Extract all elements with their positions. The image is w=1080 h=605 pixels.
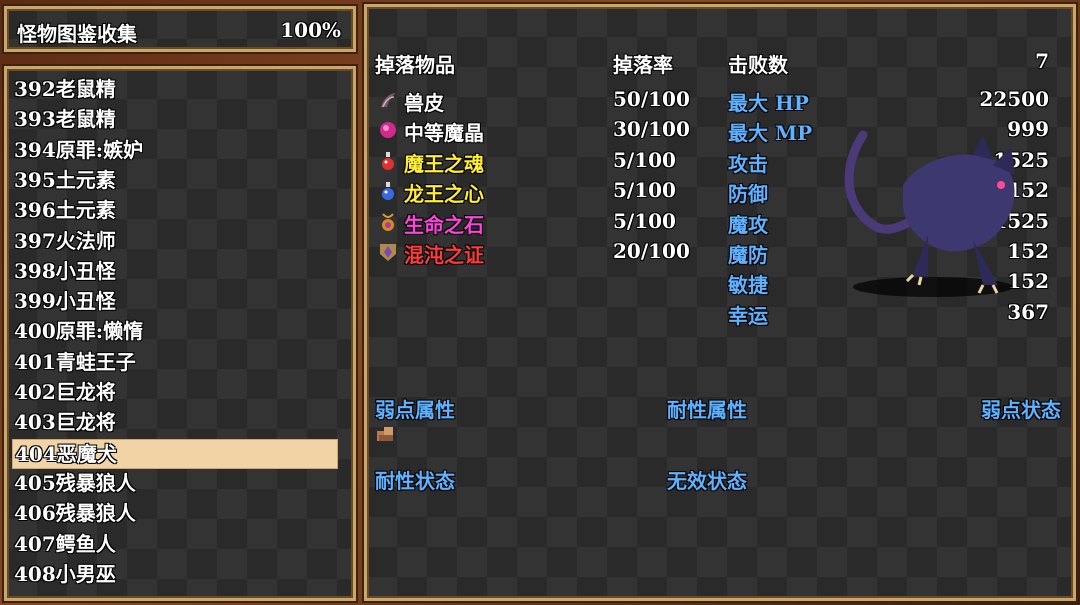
immune-state-label: 无效状态 [667,469,747,493]
earth-element-icon [377,427,393,441]
collection-percent: 100% [280,18,341,42]
monster-list-item[interactable]: 403巨龙将 [12,408,336,436]
monster-list-item[interactable]: 397火法师 [12,227,336,255]
monster-list-item[interactable]: 406残暴狼人 [12,499,336,527]
drop-item-name: 混沌之证 [404,243,484,267]
stat-value: 22500 [979,87,1049,111]
demon-hound-sprite [844,130,1015,297]
collection-title: 怪物图鉴收集 [17,22,137,46]
red-potion-icon [382,151,394,170]
stat-label: 魔攻 [728,212,768,237]
drop-rate-header: 掉落率 [613,53,673,77]
emblem-icon [380,244,396,261]
monster-list-item[interactable]: 407鳄鱼人 [12,530,336,558]
claw-icon [381,93,396,108]
kills-value: 7 [1035,49,1049,73]
drop-rate-value: 20/100 [613,239,690,263]
stat-label: 幸运 [728,303,768,328]
drop-rate-value: 30/100 [613,117,690,142]
stat-label: 最大 HP [728,91,809,115]
monster-list-item[interactable]: 400原罪:懒惰 [12,317,336,345]
drop-items-header: 掉落物品 [375,53,455,77]
collection-header-panel: 怪物图鉴收集 100% [4,6,356,52]
kills-label: 击败数 [728,53,788,77]
stat-label: 攻击 [728,151,768,176]
weak-attribute-label: 弱点属性 [375,398,455,422]
drop-rate-value: 50/100 [613,87,690,111]
monster-list-item[interactable]: 405残暴狼人 [12,469,336,497]
drop-rate-value: 5/100 [613,208,676,233]
weak-state-label: 弱点状态 [981,398,1061,422]
stat-label: 防御 [728,182,768,207]
drop-item-name: 中等魔晶 [404,121,484,146]
monster-list-item[interactable]: 402巨龙将 [12,378,336,406]
monster-list-item[interactable]: 401青蛙王子 [12,348,336,376]
monster-list-panel[interactable]: 392老鼠精 393老鼠精 394原罪:嫉妒 395土元素 396土元素 397火法师 39… [4,66,356,601]
monster-list-item[interactable]: 404恶魔犬 [12,438,338,469]
monster-list-item[interactable]: 408小男巫 [12,560,336,588]
drop-item-name: 生命之石 [404,212,484,237]
monster-list-item[interactable]: 392老鼠精 [12,75,336,103]
amulet-icon [382,212,394,231]
drop-rate-value: 5/100 [613,147,676,172]
monster-list-item[interactable]: 396土元素 [12,196,336,224]
monster-list-item[interactable]: 398小丑怪 [12,257,336,285]
stat-label: 最大 MP [728,121,813,146]
monster-list-item[interactable]: 394原罪:嫉妒 [12,136,336,164]
drop-item-name: 兽皮 [404,91,444,115]
stat-label: 敏捷 [728,273,768,298]
drop-rate-value: 5/100 [613,178,676,203]
pink-gem-icon [380,122,396,139]
monster-detail-panel: 掉落物品 掉落率 击败数 7 兽皮 50/100 中等魔晶 30/100 魔王之魂 5/1… [364,4,1076,601]
drop-item-name: 龙王之心 [404,182,484,207]
blue-potion-icon [382,182,394,201]
monster-list-item[interactable]: 393老鼠精 [12,105,336,133]
drop-item-name: 魔王之魂 [404,151,484,176]
monster-list-item[interactable]: 399小丑怪 [12,287,336,315]
resist-attribute-label: 耐性属性 [667,398,747,422]
stat-label: 魔防 [728,243,768,267]
monster-list-item[interactable]: 395土元素 [12,166,336,194]
resist-state-label: 耐性状态 [375,469,455,493]
